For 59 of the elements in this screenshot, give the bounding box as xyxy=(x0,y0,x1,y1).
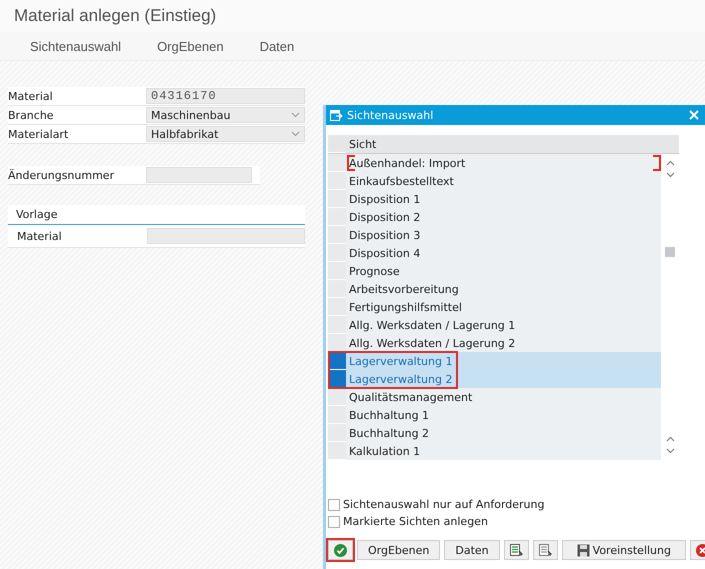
table-cell[interactable]: Arbeitsvorbereitung xyxy=(346,280,661,298)
group-title: Vorlage xyxy=(16,208,58,221)
dialog-title: Sichtenauswahl xyxy=(347,108,434,122)
input-field[interactable] xyxy=(146,167,252,183)
table-cell[interactable]: Disposition 4 xyxy=(346,244,661,262)
toolbar-button[interactable]: Sichtenauswahl xyxy=(16,36,134,56)
scroll-down-icon[interactable] xyxy=(666,172,674,178)
window-icon xyxy=(330,110,343,120)
table-cell[interactable]: Disposition 1 xyxy=(346,190,661,208)
checkbox-label: Markierte Sichten anlegen xyxy=(343,515,488,528)
chevron-down-icon xyxy=(291,131,300,137)
list-icon xyxy=(538,544,552,556)
table-cell[interactable]: Prognose xyxy=(346,262,661,280)
table-cell[interactable]: Allg. Werksdaten / Lagerung 1 xyxy=(346,316,661,334)
confirm-button[interactable] xyxy=(328,540,353,560)
close-icon[interactable] xyxy=(689,110,699,120)
column-header: Sicht xyxy=(348,136,378,152)
field-label: Materialart xyxy=(8,128,70,140)
scroll-up-icon[interactable] xyxy=(666,436,674,442)
cancel-icon xyxy=(696,544,705,556)
field-label: Änderungsnummer xyxy=(8,168,116,182)
field-label: Branche xyxy=(8,108,55,122)
toolbar-button[interactable]: Daten xyxy=(246,36,306,56)
scroll-thumb[interactable] xyxy=(665,247,675,257)
table-cell[interactable]: Disposition 2 xyxy=(346,208,661,226)
scroll-down-icon[interactable] xyxy=(666,448,674,454)
table-cell[interactable]: Lagerverwaltung 2 xyxy=(346,370,661,388)
window-title: Material anlegen (Einstieg) xyxy=(14,6,216,25)
row-selector[interactable] xyxy=(328,388,346,406)
dialog-button[interactable]: Daten xyxy=(444,540,500,560)
list-icon xyxy=(510,544,523,556)
toolbar-button[interactable]: OrgEbenen xyxy=(143,36,236,56)
checkbox-label: Sichtenauswahl nur auf Anforderung xyxy=(343,498,544,511)
dropdown-field[interactable]: Halbfabrikat xyxy=(146,126,305,142)
dropdown-field[interactable]: Maschinenbau xyxy=(146,107,305,123)
table-cell[interactable]: Einkaufsbestelltext xyxy=(346,172,661,190)
save-icon xyxy=(576,544,590,556)
input-field[interactable]: 04316170 xyxy=(146,88,305,104)
table-cell[interactable]: Disposition 3 xyxy=(346,226,661,244)
deselect-all-button[interactable] xyxy=(532,540,558,560)
field-label: Material xyxy=(17,230,63,242)
dialog-button[interactable]: OrgEbenen xyxy=(357,540,440,560)
table-cell[interactable]: Qualitätsmanagement xyxy=(346,388,661,406)
row-selector[interactable] xyxy=(328,334,346,352)
scroll-up-icon[interactable] xyxy=(666,160,674,166)
table-cell[interactable]: Lagerverwaltung 1 xyxy=(346,352,661,370)
table-cell[interactable]: Fertigungshilfsmittel xyxy=(346,298,661,316)
table-cell[interactable]: Allg. Werksdaten / Lagerung 2 xyxy=(346,334,661,352)
chevron-down-icon xyxy=(291,112,300,118)
input-field[interactable] xyxy=(147,228,305,244)
table-cell[interactable]: Kalkulation 1 xyxy=(346,442,661,460)
checkbox[interactable] xyxy=(328,498,340,510)
default-settings-button[interactable]: Voreinstellung xyxy=(562,540,686,560)
table-cell[interactable]: Buchhaltung 2 xyxy=(346,424,661,442)
field-label: Material xyxy=(8,90,54,102)
checkbox[interactable] xyxy=(328,516,340,528)
check-icon xyxy=(334,544,347,556)
table-cell[interactable]: Buchhaltung 1 xyxy=(346,406,661,424)
select-all-button[interactable] xyxy=(504,540,529,560)
